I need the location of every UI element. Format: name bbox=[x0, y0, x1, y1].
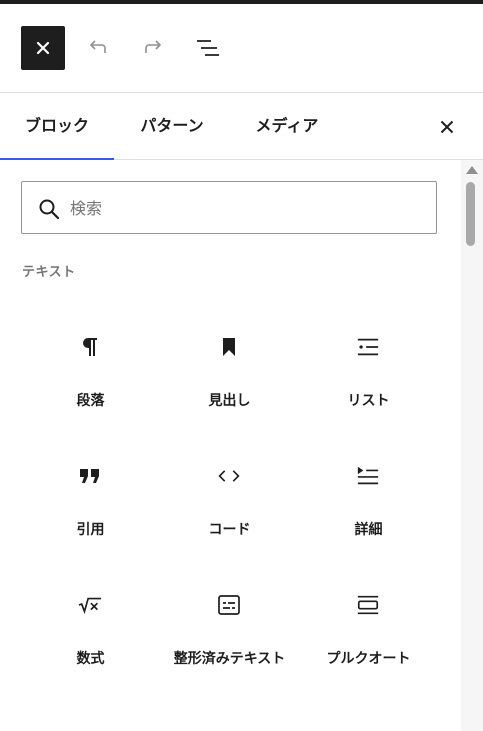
redo-icon bbox=[145, 40, 162, 53]
block-code[interactable]: コード bbox=[160, 434, 299, 563]
scrollbar[interactable] bbox=[461, 160, 483, 731]
block-label: コード bbox=[208, 522, 251, 538]
undo-icon bbox=[89, 40, 106, 53]
code-icon bbox=[217, 464, 241, 488]
editor-toolbar bbox=[0, 4, 483, 93]
block-label: 整形済みテキスト bbox=[173, 651, 286, 667]
list-view-button[interactable] bbox=[188, 30, 228, 66]
block-math[interactable]: 数式 bbox=[21, 563, 160, 692]
block-paragraph[interactable]: 段落 bbox=[21, 305, 160, 434]
block-label: 数式 bbox=[76, 651, 105, 667]
tab-patterns[interactable]: パターン bbox=[124, 93, 220, 159]
block-label: プルクオート bbox=[326, 651, 411, 667]
tab-label: メディア bbox=[255, 116, 319, 135]
inserter-tabs: ブロック パターン メディア bbox=[0, 93, 483, 160]
block-label: 段落 bbox=[76, 393, 105, 409]
tab-blocks[interactable]: ブロック bbox=[0, 93, 114, 160]
block-details[interactable]: 詳細 bbox=[299, 434, 438, 563]
search-input[interactable] bbox=[70, 194, 420, 222]
search-icon bbox=[39, 199, 60, 220]
block-quote[interactable]: 引用 bbox=[21, 434, 160, 563]
details-icon bbox=[356, 464, 380, 488]
block-heading[interactable]: 見出し bbox=[160, 305, 299, 434]
quote-icon bbox=[78, 464, 102, 488]
undo-button[interactable] bbox=[78, 30, 118, 66]
block-label: 引用 bbox=[76, 522, 105, 538]
block-label: 詳細 bbox=[354, 522, 383, 538]
paragraph-icon bbox=[78, 335, 102, 359]
scrollbar-thumb[interactable] bbox=[466, 182, 475, 246]
inserter-content: テキスト 段落 見出し bbox=[0, 160, 483, 731]
search-box bbox=[21, 181, 437, 234]
block-preformatted[interactable]: 整形済みテキスト bbox=[160, 563, 299, 692]
close-inserter-button[interactable] bbox=[21, 26, 65, 70]
block-label: リスト bbox=[347, 393, 390, 409]
tab-media[interactable]: メディア bbox=[240, 93, 334, 159]
section-title-text: テキスト bbox=[22, 265, 76, 280]
math-icon bbox=[78, 593, 102, 617]
tab-label: パターン bbox=[140, 116, 204, 135]
block-label: 見出し bbox=[208, 393, 251, 409]
list-icon bbox=[356, 335, 380, 359]
list-view-icon bbox=[197, 40, 219, 56]
preformatted-icon bbox=[217, 593, 241, 617]
scroll-up-arrow-icon[interactable] bbox=[466, 166, 478, 174]
block-pullquote[interactable]: プルクオート bbox=[299, 563, 438, 692]
redo-button[interactable] bbox=[133, 30, 173, 66]
tab-label: ブロック bbox=[24, 116, 89, 135]
close-panel-button[interactable] bbox=[432, 112, 462, 142]
close-icon bbox=[440, 120, 454, 134]
close-icon bbox=[36, 41, 50, 55]
pullquote-icon bbox=[356, 593, 380, 617]
block-list[interactable]: リスト bbox=[299, 305, 438, 434]
heading-bookmark-icon bbox=[217, 335, 241, 359]
